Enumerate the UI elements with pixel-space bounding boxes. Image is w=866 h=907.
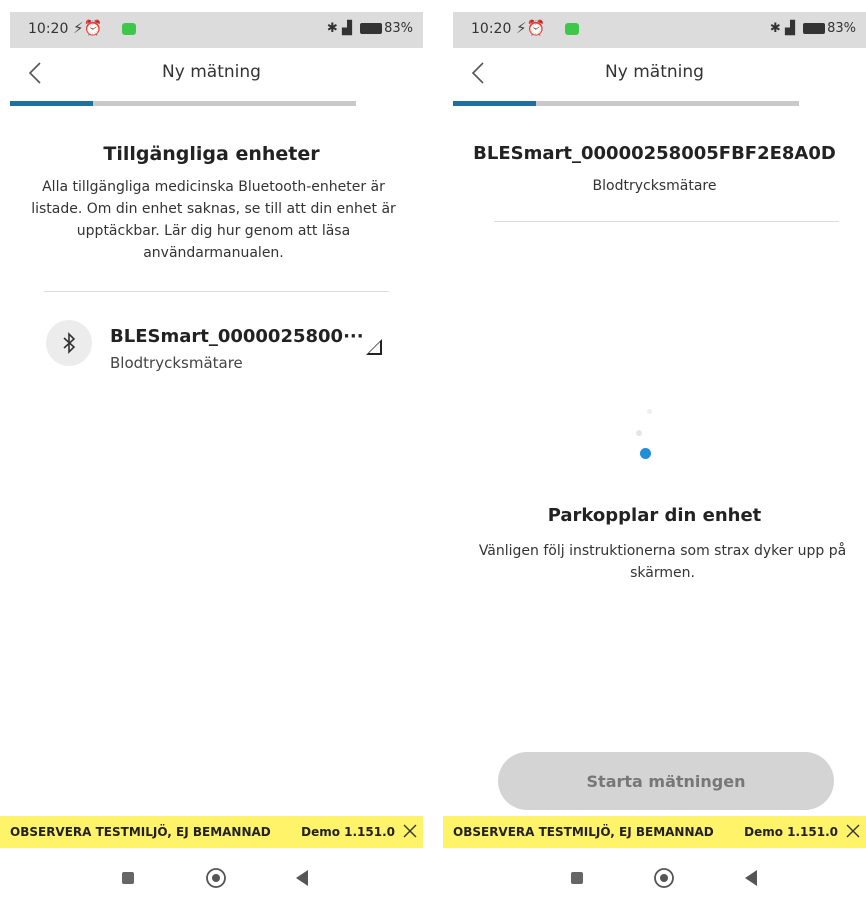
- start-measurement-button[interactable]: Starta mätningen: [498, 752, 834, 810]
- battery-percent-sign: %: [843, 21, 856, 36]
- app-header: Ny mätning: [0, 50, 423, 96]
- home-button[interactable]: [652, 866, 676, 890]
- pairing-instructions: Vänligen följ instruktionerna som strax …: [478, 543, 847, 581]
- device-list-screen: 10:20 ⚡⏰ ✱ ▟ 83% Ny mätning Tillgängliga…: [0, 0, 423, 907]
- app-icon: [122, 23, 136, 35]
- back-nav-button[interactable]: [290, 866, 314, 890]
- pairing-screen: 10:20 ⚡⏰ ✱ ▟ 83% Ny mätning BLESmart_000…: [443, 0, 866, 907]
- device-type: Blodtrycksmätare: [592, 178, 717, 194]
- status-right: ✱ ▟ 83%: [770, 21, 856, 36]
- square-icon: [122, 872, 134, 884]
- triangle-back-icon: [296, 870, 308, 886]
- signal-4g-icon: ▟: [784, 21, 795, 36]
- battery-icon: [360, 23, 383, 34]
- status-bar: 10:20 ⚡⏰ ✱ ▟ 83%: [10, 12, 423, 48]
- page-title: Ny mätning: [605, 62, 704, 82]
- instructions-text: Alla tillgängliga medicinska Bluetooth-e…: [31, 179, 396, 261]
- square-icon: [571, 872, 583, 884]
- battery-icon: [803, 23, 826, 34]
- battery-level: 83: [384, 21, 401, 36]
- app-header: Ny mätning: [443, 50, 866, 96]
- banner-warning: OBSERVERA TESTMILJÖ, EJ BEMANNAD: [453, 825, 714, 839]
- status-time: 10:20: [471, 21, 512, 37]
- recents-button[interactable]: [116, 866, 140, 890]
- notification-icon: ⚡⏰: [516, 19, 546, 37]
- notification-icon: ⚡⏰: [73, 19, 103, 37]
- status-bar: 10:20 ⚡⏰ ✱ ▟ 83%: [453, 12, 866, 48]
- progress-fill: [10, 101, 94, 106]
- recents-button[interactable]: [565, 866, 589, 890]
- divider: [44, 291, 389, 292]
- android-nav-bar: [443, 850, 866, 907]
- status-time: 10:20: [28, 21, 69, 37]
- bluetooth-icon: ✱: [326, 21, 338, 36]
- close-icon[interactable]: [844, 822, 862, 840]
- divider: [494, 221, 839, 222]
- signal-4g-icon: ▟: [341, 21, 352, 36]
- device-name: BLESmart_0000025800···: [110, 326, 364, 347]
- triangle-back-icon: [745, 870, 757, 886]
- device-list-item[interactable]: BLESmart_0000025800··· Blodtrycksmätare: [44, 306, 387, 372]
- progress-bar: [10, 101, 356, 106]
- banner-version: Demo 1.151.0: [744, 825, 838, 839]
- status-right: ✱ ▟ 83%: [327, 21, 413, 36]
- device-type: Blodtrycksmätare: [110, 354, 243, 372]
- device-name: BLESmart_00000258005FBF2E8A0D: [473, 143, 836, 164]
- page-title: Ny mätning: [162, 62, 261, 82]
- test-environment-banner: OBSERVERA TESTMILJÖ, EJ BEMANNAD Demo 1.…: [443, 816, 866, 848]
- bluetooth-icon: [46, 320, 92, 366]
- progress-bar: [453, 101, 799, 106]
- android-nav-bar: [0, 850, 423, 907]
- progress-fill: [453, 101, 537, 106]
- battery-level: 83: [827, 21, 844, 36]
- home-button[interactable]: [204, 866, 228, 890]
- signal-strength-icon: [366, 339, 382, 355]
- back-nav-button[interactable]: [739, 866, 763, 890]
- pairing-title: Parkopplar din enhet: [547, 505, 762, 526]
- banner-version: Demo 1.151.0: [301, 825, 395, 839]
- circle-icon: [654, 868, 674, 888]
- close-icon[interactable]: [401, 822, 419, 840]
- test-environment-banner: OBSERVERA TESTMILJÖ, EJ BEMANNAD Demo 1.…: [0, 816, 423, 848]
- banner-warning: OBSERVERA TESTMILJÖ, EJ BEMANNAD: [10, 825, 271, 839]
- section-title: Tillgängliga enheter: [103, 143, 320, 165]
- app-icon: [565, 23, 579, 35]
- bluetooth-icon: ✱: [769, 21, 781, 36]
- circle-icon: [206, 868, 226, 888]
- battery-percent-sign: %: [400, 21, 413, 36]
